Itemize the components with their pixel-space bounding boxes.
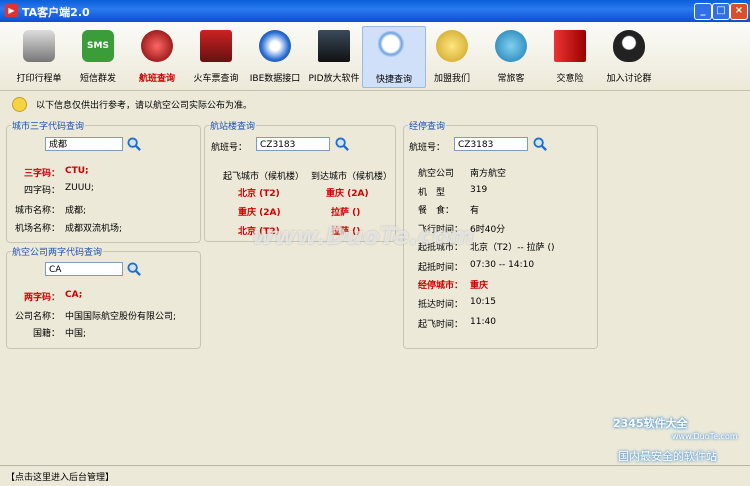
field-value: 中国国际航空股份有限公司; [65, 312, 177, 322]
field-label: 机场名称： [14, 224, 60, 234]
maximize-button[interactable]: □ [712, 3, 730, 20]
airline-code-panel: 航空公司两字代码查询 CA 两字码： CA; 公司名称： 中国国际航空股份有限公… [6, 245, 201, 349]
field-value: 319 [470, 185, 488, 195]
field-label: 三字码： [23, 169, 60, 179]
field-label: 起抵时间： [418, 263, 464, 273]
field-value: 10:15 [470, 297, 496, 307]
field-value: 11:40 [470, 317, 496, 327]
city-input[interactable]: 成都 [45, 137, 123, 151]
flight-number-label: 航班号： [409, 143, 446, 153]
field-label: 经停城市： [418, 281, 464, 291]
title-bar: ▶ TA客户端2.0 _ □ × [0, 0, 750, 22]
field-value: 有 [470, 206, 480, 216]
magnifier-icon [378, 31, 410, 63]
field-value: CTU; [65, 166, 89, 176]
arrival-cell: 重庆 (2A) [326, 189, 369, 199]
search-icon[interactable] [127, 137, 142, 152]
flight-query-icon [141, 30, 173, 62]
insurance-book-icon [554, 30, 586, 62]
close-button[interactable]: × [730, 3, 748, 20]
ibe-globe-icon [259, 30, 291, 62]
field-label: 四字码： [23, 186, 60, 196]
field-label: 抵达时间： [418, 300, 464, 310]
coins-icon [436, 30, 468, 62]
stopover-flight-input[interactable]: CZ3183 [454, 137, 528, 151]
status-bar: 【点击这里进入后台管理】 [0, 465, 750, 486]
toolbar-quick-query[interactable]: 快捷查询 [362, 26, 426, 88]
toolbar-pid[interactable]: PID放大软件 [303, 26, 365, 86]
pid-computer-icon [318, 30, 350, 62]
airline-input[interactable]: CA [45, 262, 123, 276]
badge-slogan: 国内最安全的软件站 [618, 450, 717, 463]
toolbar-insurance[interactable]: 交意险 [539, 26, 601, 86]
watermark: www.DuoTe.com [252, 222, 474, 250]
badge-brand: 2345软件大全 [613, 417, 688, 430]
field-value: CA; [65, 290, 83, 300]
terminal-panel-title: 航站楼查询 [209, 119, 257, 132]
toolbar-print-itinerary[interactable]: 打印行程单 [8, 26, 70, 86]
field-label: 国籍： [32, 329, 60, 339]
field-value: 中国; [65, 329, 87, 339]
search-icon[interactable] [127, 262, 142, 277]
toolbar-ibe[interactable]: IBE数据接口 [244, 26, 306, 86]
notice-text: 以下信息仅供出行参考，请以航空公司实际公布为准。 [36, 101, 253, 111]
field-label: 两字码： [23, 293, 60, 303]
field-label: 餐 食： [418, 206, 455, 216]
field-value: 成都双流机场; [65, 224, 123, 234]
admin-link[interactable]: 【点击这里进入后台管理】 [6, 470, 114, 483]
field-value: ZUUU; [65, 183, 94, 193]
field-value: 南方航空 [470, 169, 507, 179]
frequent-traveler-icon [495, 30, 527, 62]
app-icon: ▶ [5, 4, 18, 17]
toolbar-sms[interactable]: SMS 短信群发 [67, 26, 129, 86]
city-code-panel: 城市三字代码查询 成都 三字码： CTU; 四字码： ZUUU; 城市名称： 成… [6, 119, 201, 243]
smile-icon [12, 97, 27, 112]
arrival-column-header: 到达城市（候机楼） [311, 172, 393, 182]
terminal-flight-input[interactable]: CZ3183 [256, 137, 330, 151]
departure-cell: 重庆 (2A) [238, 208, 281, 218]
qq-icon [613, 30, 645, 62]
sms-icon: SMS [82, 30, 114, 62]
departure-cell: 北京 (T2) [238, 189, 280, 199]
field-label: 起飞时间： [418, 320, 464, 330]
field-label: 城市名称： [14, 206, 60, 216]
minimize-button[interactable]: _ [694, 3, 712, 20]
departure-column-header: 起飞城市（候机楼） [223, 172, 305, 182]
stopover-panel-title: 经停查询 [408, 119, 447, 132]
field-value: 北京（T2）-- 拉萨 () [470, 243, 555, 253]
toolbar-discussion-group[interactable]: 加入讨论群 [598, 26, 660, 86]
field-value: 07:30 -- 14:10 [470, 260, 535, 270]
search-icon[interactable] [335, 137, 350, 152]
field-label: 公司名称： [14, 312, 60, 322]
toolbar-flight-query[interactable]: 航班查询 [126, 26, 188, 86]
train-icon [200, 30, 232, 62]
field-value: 成都; [65, 206, 87, 216]
toolbar-train[interactable]: 火车票查询 [185, 26, 247, 86]
field-value: 重庆 [470, 281, 489, 291]
window-title: TA客户端2.0 [22, 6, 90, 19]
airline-panel-title: 航空公司两字代码查询 [11, 245, 104, 258]
field-label: 机 型 [418, 188, 446, 198]
search-icon[interactable] [533, 137, 548, 152]
toolbar: 打印行程单 SMS 短信群发 航班查询 火车票查询 IBE数据接口 PID放大软… [0, 22, 750, 91]
city-panel-title: 城市三字代码查询 [11, 119, 86, 132]
flight-number-label: 航班号： [211, 143, 248, 153]
toolbar-frequent-traveler[interactable]: 常旅客 [480, 26, 542, 86]
toolbar-join-us[interactable]: 加盟我们 [421, 26, 483, 86]
arrival-cell: 拉萨 () [331, 208, 361, 218]
field-value: 6时40分 [470, 225, 506, 235]
badge-url: www.DuoTe.com [672, 432, 738, 441]
field-label: 航空公司 [418, 169, 455, 179]
printer-icon [23, 30, 55, 62]
